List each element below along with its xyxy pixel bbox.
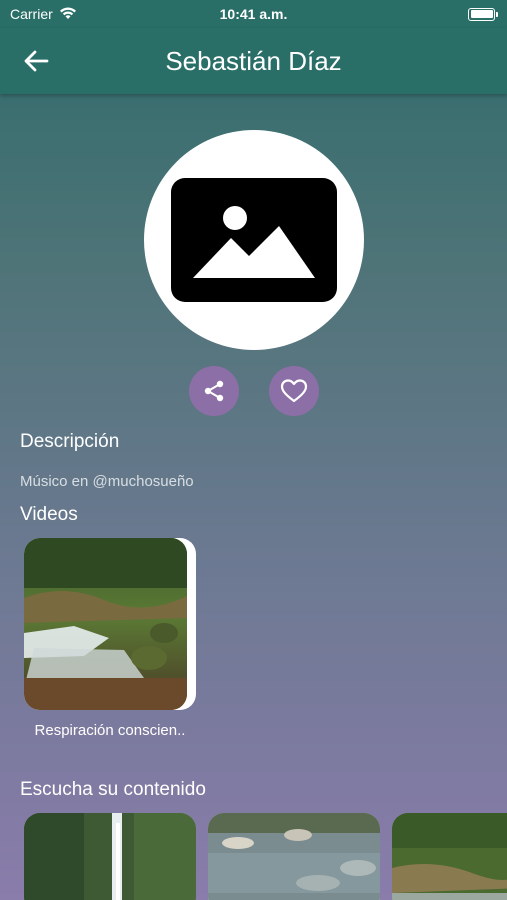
description-title: Descripción [20,431,120,452]
app-bar: Sebastián Díaz [0,28,507,94]
back-button[interactable] [20,45,52,77]
carrier-label: Carrier [10,6,53,22]
status-left: Carrier [10,6,77,23]
share-button[interactable] [189,366,239,416]
content-card[interactable] [392,813,507,900]
video-title: Respiración conscien.. [34,722,186,739]
heart-icon [280,379,308,403]
avatar [144,130,364,350]
content-card[interactable] [208,813,380,900]
wifi-icon [59,6,77,23]
videos-title: Videos [20,504,78,525]
arrow-left-icon [24,50,49,72]
content-title: Escucha su contenido [20,779,206,800]
share-icon [204,380,224,402]
favorite-button[interactable] [269,366,319,416]
description-text: Músico en @muchosueño [20,473,194,490]
video-card[interactable] [24,538,196,710]
page-title: Sebastián Díaz [165,45,342,76]
content-card[interactable] [24,813,196,900]
status-bar: Carrier 10:41 a.m. [0,0,507,28]
battery-icon [468,7,498,21]
video-thumbnail [24,538,187,710]
image-placeholder-icon [171,178,337,302]
